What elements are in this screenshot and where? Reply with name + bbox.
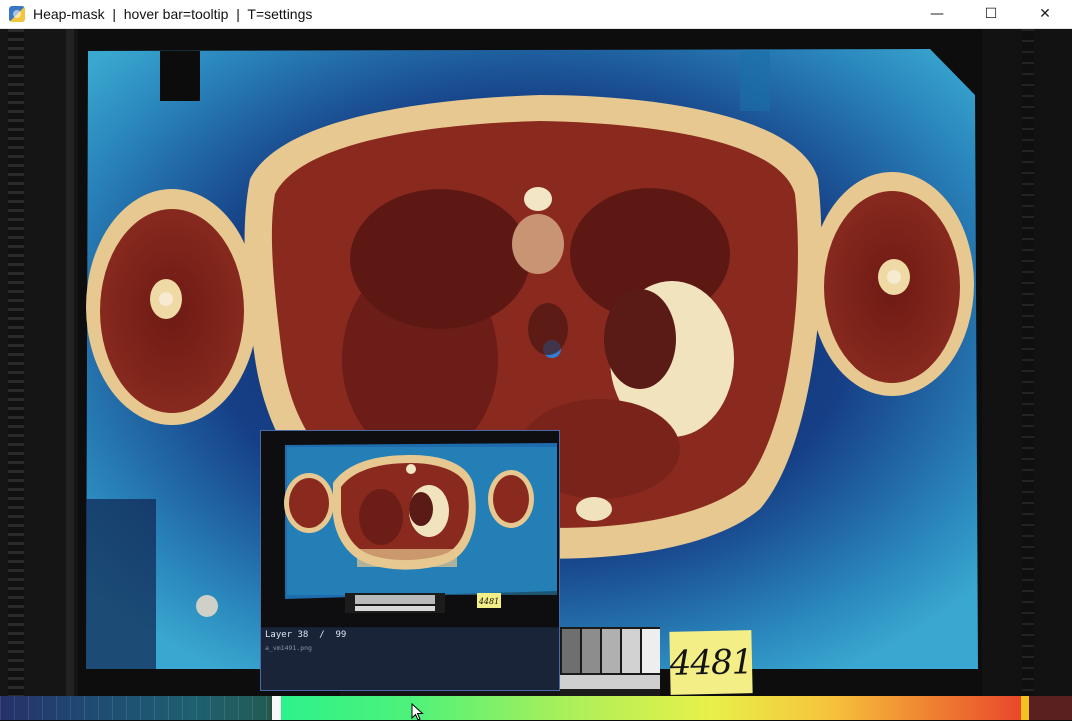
colorbar-marker[interactable]: [272, 696, 281, 720]
window-controls: — ☐ ✕: [910, 0, 1072, 28]
layer-current: 38: [297, 630, 309, 640]
minimize-button[interactable]: —: [910, 0, 964, 28]
colorbar-ticks: [0, 696, 272, 720]
maximize-button[interactable]: ☐: [964, 0, 1018, 28]
app-icon: [9, 6, 25, 22]
slice-number-tag: 4481: [669, 630, 753, 695]
minimize-icon: —: [930, 6, 944, 22]
layer-label: Layer: [265, 630, 293, 640]
gray-scale-card: [560, 627, 660, 696]
layer-thumbnail: 4481: [261, 431, 559, 627]
thumbnail-tag-text: 4481: [478, 597, 499, 606]
layer-filename: a_vm1491.png: [265, 644, 312, 652]
layer-color-bar[interactable]: [0, 696, 1072, 720]
layer-preview-tooltip: 4481 Layer 38 / 99 a_vm1491.png: [260, 430, 560, 691]
mouse-pointer-icon: [411, 703, 424, 721]
slice-number-text: 4481: [669, 641, 753, 684]
layer-separator: /: [319, 630, 325, 640]
layer-total: 99: [335, 630, 347, 640]
close-icon: ✕: [1039, 6, 1051, 22]
colorbar-end-marker: [1021, 696, 1029, 720]
window-titlebar: Heap-mask | hover bar=tooltip | T=settin…: [0, 0, 1072, 29]
colorbar-gradient[interactable]: [281, 696, 1021, 720]
close-button[interactable]: ✕: [1018, 0, 1072, 28]
maximize-icon: ☐: [984, 6, 998, 22]
layer-info-panel: Layer 38 / 99 a_vm1491.png: [261, 628, 559, 690]
window-title: Heap-mask | hover bar=tooltip | T=settin…: [33, 6, 313, 22]
colorbar-tail: [1029, 696, 1072, 720]
layer-readout: Layer 38 / 99: [265, 630, 346, 640]
